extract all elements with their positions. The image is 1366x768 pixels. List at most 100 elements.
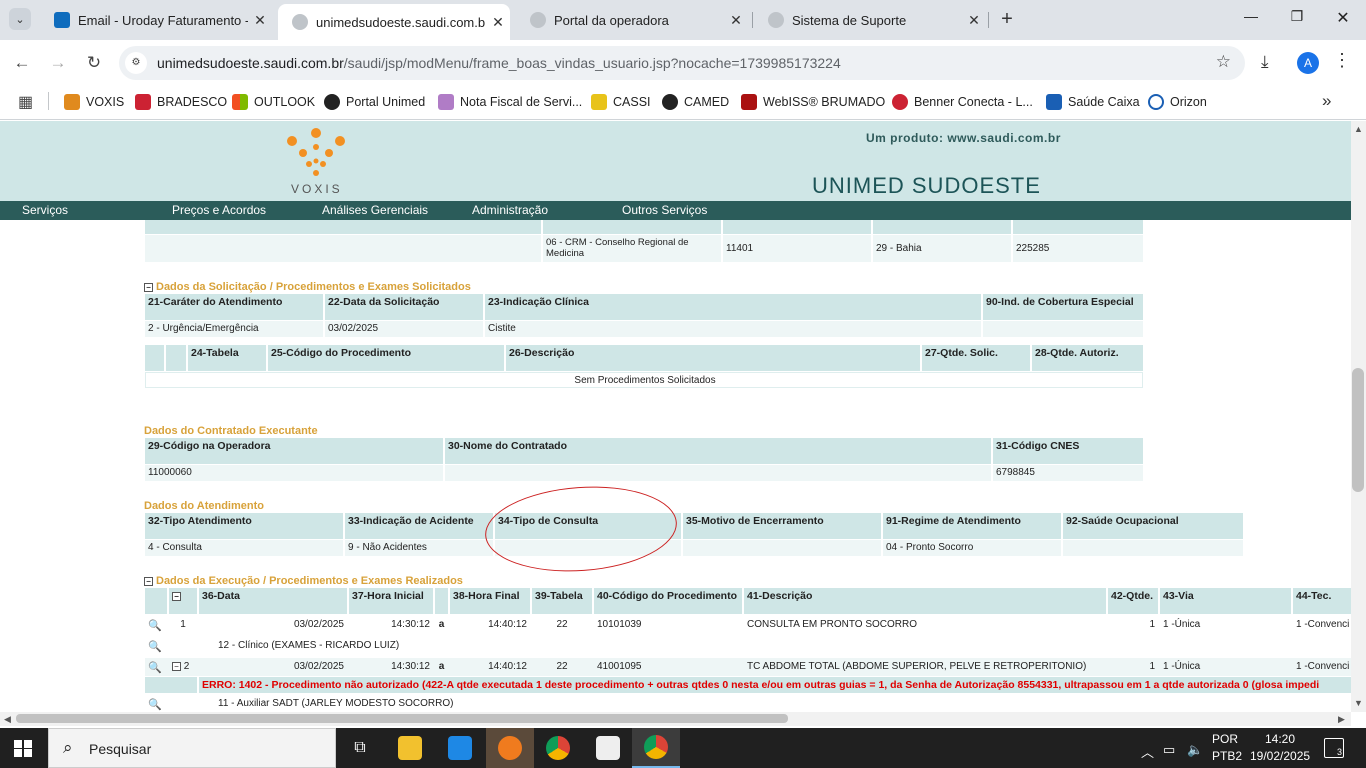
bookmark-portal-unimed[interactable]: Portal Unimed: [324, 92, 425, 112]
section-solicitacao[interactable]: − Dados da Solicitação / Procedimentos e …: [144, 281, 471, 293]
close-icon[interactable]: ✕: [962, 12, 986, 29]
close-window-icon[interactable]: ✕: [1328, 8, 1358, 28]
url-text[interactable]: unimedsudoeste.saudi.com.br/saudi/jsp/mo…: [157, 55, 841, 71]
tipo-atendimento-value: 4 - Consulta: [145, 540, 343, 556]
close-icon[interactable]: ✕: [248, 12, 272, 29]
close-icon[interactable]: ✕: [724, 12, 748, 29]
section-execucao[interactable]: − Dados da Execução / Procedimentos e Exa…: [144, 575, 463, 587]
header-cell: 21-Caráter do Atendimento: [145, 294, 323, 320]
clock[interactable]: 14:20 19/02/2025: [1250, 731, 1310, 765]
restore-icon[interactable]: ❐: [1282, 8, 1312, 25]
produto-link[interactable]: Um produto: www.saudi.com.br: [866, 131, 1061, 145]
taskbar-search[interactable]: ⌕ Pesquisar: [48, 728, 336, 768]
tab-search-button[interactable]: ⌄: [9, 8, 31, 30]
network-icon[interactable]: ▭: [1163, 742, 1175, 758]
row-number-cell: − 2: [169, 658, 197, 676]
scroll-right-icon[interactable]: ▶: [1338, 714, 1345, 725]
bookmarks-overflow-icon[interactable]: »: [1322, 91, 1331, 111]
atendimento-header-row: 32-Tipo Atendimento 33-Indicação de Acid…: [145, 513, 1243, 539]
row-number: 1: [180, 619, 186, 630]
forward-icon[interactable]: →: [47, 52, 69, 74]
task-view-icon[interactable]: ⧉: [336, 728, 384, 768]
search-icon[interactable]: 🔍: [145, 616, 167, 634]
file-explorer-icon[interactable]: [386, 728, 434, 768]
bookmark-bradesco[interactable]: BRADESCO: [135, 92, 227, 112]
page-viewport: VOXIS Um produto: www.saudi.com.br UNIME…: [0, 121, 1351, 712]
apps-grid-icon[interactable]: ▦: [18, 92, 33, 112]
error-message: ERRO: 1402 - Procedimento não autorizado…: [199, 677, 1351, 693]
site-info-icon[interactable]: ⚙: [125, 52, 147, 74]
search-icon[interactable]: 🔍: [145, 637, 167, 655]
avatar[interactable]: A: [1297, 52, 1319, 74]
bookmark-webiss[interactable]: WebISS® BRUMADO: [741, 92, 885, 112]
data-value: 03/02/2025: [293, 661, 344, 672]
collapse-icon[interactable]: −: [144, 283, 153, 292]
descricao-value: CONSULTA EM PRONTO SOCORRO: [747, 619, 918, 630]
chrome-profile-icon[interactable]: [632, 728, 680, 768]
chrome-icon[interactable]: [534, 728, 582, 768]
codigo-value: 10101039: [597, 619, 642, 630]
menu-precos-acordos[interactable]: Preços e Acordos: [172, 203, 266, 217]
bookmark-benner[interactable]: Benner Conecta - L...: [892, 92, 1033, 112]
notification-center-icon[interactable]: 3: [1324, 738, 1344, 758]
tab-portal[interactable]: Portal da operadora ✕: [516, 4, 748, 36]
bookmark-nota-fiscal[interactable]: Nota Fiscal de Servi...: [438, 92, 582, 112]
close-icon[interactable]: ✕: [486, 14, 510, 31]
vertical-scroll-thumb[interactable]: [1352, 368, 1364, 492]
back-icon[interactable]: ←: [11, 52, 33, 74]
bookmark-orizon[interactable]: Orizon: [1148, 92, 1207, 112]
value-cell: [145, 235, 541, 262]
tab-email[interactable]: Email - Uroday Faturamento - O ✕: [40, 4, 272, 36]
address-bar[interactable]: ⚙ unimedsudoeste.saudi.com.br/saudi/jsp/…: [119, 46, 1245, 80]
tab-label: Sistema de Suporte: [792, 12, 907, 28]
menu-kebab-icon[interactable]: ⋮: [1333, 50, 1351, 71]
download-icon[interactable]: ⤓: [1261, 52, 1269, 72]
proc-solicitados-empty: Sem Procedimentos Solicitados: [145, 372, 1143, 388]
tab-suporte[interactable]: Sistema de Suporte ✕: [754, 4, 986, 36]
tab-label: Portal da operadora: [554, 12, 669, 28]
collapse-icon[interactable]: −: [172, 662, 181, 671]
bookmark-star-icon[interactable]: ☆: [1216, 52, 1231, 72]
bookmark-camed[interactable]: CAMED: [662, 92, 729, 112]
collapse-icon[interactable]: −: [144, 577, 153, 586]
bookmark-voxis[interactable]: VOXIS: [64, 92, 124, 112]
volume-muted-icon[interactable]: 🔈: [1187, 742, 1203, 758]
flame-app-icon[interactable]: [486, 728, 534, 768]
search-icon[interactable]: 🔍: [145, 658, 167, 676]
tab-unimed[interactable]: unimedsudoeste.saudi.com.br/s ✕: [278, 4, 510, 40]
minimize-icon[interactable]: —: [1236, 8, 1266, 24]
scroll-down-icon[interactable]: ▼: [1354, 698, 1363, 708]
reload-icon[interactable]: ↻: [83, 52, 105, 74]
collapse-all-icon[interactable]: −: [172, 592, 181, 601]
tabela-value: 22: [556, 619, 568, 630]
menu-analises[interactable]: Análises Gerenciais: [322, 203, 428, 217]
language-indicator[interactable]: POR PTB2: [1212, 731, 1242, 765]
windows-start-icon[interactable]: [14, 740, 32, 757]
tray-overflow-icon[interactable]: ︿: [1141, 742, 1154, 761]
contratado-values-row: 11000060 6798845: [145, 465, 1143, 481]
scroll-left-icon[interactable]: ◀: [4, 714, 11, 725]
menu-outros-servicos[interactable]: Outros Serviços: [622, 203, 707, 217]
header-cell: 27-Qtde. Solic.: [922, 345, 1030, 371]
url-path: /saudi/jsp/modMenu/frame_boas_vindas_usu…: [343, 55, 841, 71]
header-cell: 38-Hora Final: [450, 588, 530, 614]
orizon-icon: [1148, 94, 1164, 110]
bookmark-label: WebISS® BRUMADO: [763, 95, 886, 109]
new-tab-button[interactable]: +: [996, 8, 1018, 30]
horizontal-scroll-thumb[interactable]: [16, 714, 788, 723]
hora-inicial-value: 14:30:12: [391, 661, 430, 672]
bookmark-saude-caixa[interactable]: Saúde Caixa: [1046, 92, 1140, 112]
tools-app-icon[interactable]: [584, 728, 632, 768]
scroll-up-icon[interactable]: ▲: [1354, 124, 1363, 134]
tab-separator: [988, 12, 989, 28]
menu-administracao[interactable]: Administração: [472, 203, 548, 217]
checkmark-app-icon[interactable]: [436, 728, 484, 768]
bookmark-outlook[interactable]: OUTLOOK: [232, 92, 315, 112]
error-row: ERRO: 1402 - Procedimento não autorizado…: [145, 677, 1351, 693]
equipe-value: 11 - Auxiliar SADT (JARLEY MODESTO SOCOR…: [218, 698, 454, 709]
bookmark-cassi[interactable]: CASSI: [591, 92, 651, 112]
menu-servicos[interactable]: Serviços: [22, 203, 68, 217]
header-cell: 43-Via: [1160, 588, 1291, 614]
cbo-value: 225285: [1013, 235, 1143, 262]
search-icon[interactable]: 🔍: [145, 695, 167, 712]
